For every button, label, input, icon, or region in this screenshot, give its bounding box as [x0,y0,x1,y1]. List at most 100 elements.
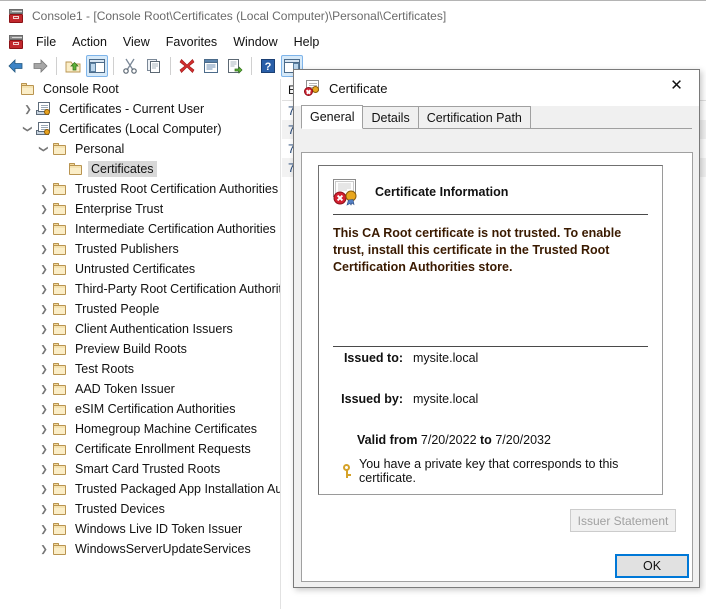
tab-details[interactable]: Details [362,106,419,128]
chevron-right-icon[interactable]: ❯ [36,541,52,557]
chevron-right-icon[interactable]: ❯ [36,341,52,357]
tree-item-aad-token-issuer[interactable]: ❯ AAD Token Issuer [0,379,280,399]
folder-icon [52,142,68,156]
chevron-down-icon[interactable]: ❯ [36,141,52,157]
certificate-dialog-tabstrip: General Details Certification Path [301,105,692,129]
close-icon[interactable]: ✕ [654,70,699,100]
menu-item-view[interactable]: View [115,33,158,51]
copy-button[interactable] [143,55,165,77]
tree-item-enterprise-trust[interactable]: ❯ Enterprise Trust [0,199,280,219]
tree-item-windows-live-id-token-issuer[interactable]: ❯ Windows Live ID Token Issuer [0,519,280,539]
tree-item-console-root[interactable]: Console Root [0,79,280,99]
tree-item-windowsserverupdateservices[interactable]: ❯ WindowsServerUpdateServices [0,539,280,559]
tree-item-label: Certificate Enrollment Requests [75,442,251,456]
chevron-right-icon[interactable]: ❯ [36,261,52,277]
tree-item-esim-certification-authorities[interactable]: ❯ eSIM Certification Authorities [0,399,280,419]
tree-item-label: Client Authentication Issuers [75,322,233,336]
valid-to-value: 7/20/2032 [495,433,551,447]
certificate-information-heading: Certificate Information [375,185,509,199]
tree-item-homegroup-machine-certificates[interactable]: ❯ Homegroup Machine Certificates [0,419,280,439]
chevron-right-icon[interactable]: ❯ [36,421,52,437]
chevron-down-icon[interactable]: ❯ [20,121,36,137]
private-key-note: You have a private key that corresponds … [359,457,619,485]
tree-item-label: Windows Live ID Token Issuer [75,522,243,536]
tree-item-label: Certificates - Current User [59,102,205,116]
tree-item-label: AAD Token Issuer [75,382,175,396]
divider [333,346,648,347]
tab-certification-path[interactable]: Certification Path [417,106,531,128]
help-button[interactable]: ? [257,55,279,77]
chevron-right-icon[interactable]: ❯ [36,461,52,477]
tree-item-label: Trusted People [75,302,160,316]
folder-icon [52,502,68,516]
folder-icon [52,442,68,456]
tree-item-label: Certificates (Local Computer) [59,122,222,136]
chevron-right-icon[interactable]: ❯ [36,401,52,417]
ok-button[interactable]: OK [615,554,689,578]
tree-item-trusted-packaged-app-installation-authorit[interactable]: ❯ Trusted Packaged App Installation Autho… [0,479,280,499]
chevron-right-icon[interactable]: ❯ [36,181,52,197]
chevron-right-icon[interactable]: ❯ [36,521,52,537]
chevron-right-icon[interactable]: ❯ [36,281,52,297]
tree-item-trusted-root-certification-authorities[interactable]: ❯ Trusted Root Certification Authorities [0,179,280,199]
chevron-right-icon[interactable]: ❯ [36,201,52,217]
issued-to-value: mysite.local [413,351,479,365]
folder-icon [52,382,68,396]
tree-item-client-authentication-issuers[interactable]: ❯ Client Authentication Issuers [0,319,280,339]
show-console-tree-button[interactable] [86,55,108,77]
menu-item-action[interactable]: Action [64,33,115,51]
back-button[interactable] [5,55,27,77]
chevron-right-icon[interactable]: ❯ [36,441,52,457]
tree-item-personal[interactable]: ❯ Personal [0,139,280,159]
tree-item-label: Trusted Root Certification Authorities [75,182,279,196]
tree-item-label: Personal [75,142,125,156]
tree-item-preview-build-roots[interactable]: ❯ Preview Build Roots [0,339,280,359]
tree-item-third-party-root-certification-authorities[interactable]: ❯ Third-Party Root Certification Authorit… [0,279,280,299]
certificate-store-icon [36,102,52,116]
valid-from-label: Valid from [357,433,418,447]
delete-button[interactable] [176,55,198,77]
chevron-right-icon[interactable]: ❯ [36,381,52,397]
tree-item-test-roots[interactable]: ❯ Test Roots [0,359,280,379]
tree-item-smart-card-trusted-roots[interactable]: ❯ Smart Card Trusted Roots [0,459,280,479]
tree-item-certificates-local-computer[interactable]: ❯ Certificates (Local Computer) [0,119,280,139]
key-icon [339,464,353,478]
properties-button[interactable] [200,55,222,77]
menu-item-window[interactable]: Window [225,33,285,51]
chevron-right-icon[interactable]: ❯ [36,301,52,317]
folder-icon [52,522,68,536]
system-menu-icon[interactable] [8,34,24,50]
chevron-right-icon[interactable]: ❯ [36,361,52,377]
folder-icon [52,282,68,296]
chevron-right-icon[interactable]: ❯ [20,101,36,117]
cut-button[interactable] [119,55,141,77]
tree-item-label: Homegroup Machine Certificates [75,422,258,436]
tree-item-certificate-enrollment-requests[interactable]: ❯ Certificate Enrollment Requests [0,439,280,459]
tree-item-certificates[interactable]: Certificates [0,159,280,179]
export-button[interactable] [224,55,246,77]
tree-item-label: Preview Build Roots [75,342,187,356]
up-one-level-button[interactable] [62,55,84,77]
chevron-right-icon[interactable]: ❯ [36,321,52,337]
chevron-right-icon[interactable]: ❯ [36,221,52,237]
menu-item-help[interactable]: Help [286,33,328,51]
menu-item-file[interactable]: File [28,33,64,51]
tab-general[interactable]: General [301,105,364,129]
tree-item-intermediate-certification-authorities[interactable]: ❯ Intermediate Certification Authorities [0,219,280,239]
issuer-statement-button[interactable]: Issuer Statement [570,509,676,532]
chevron-right-icon[interactable]: ❯ [36,481,52,497]
folder-icon [52,242,68,256]
menu-item-favorites[interactable]: Favorites [158,33,225,51]
forward-button[interactable] [29,55,51,77]
chevron-right-icon[interactable]: ❯ [36,241,52,257]
tree-item-trusted-publishers[interactable]: ❯ Trusted Publishers [0,239,280,259]
tree-item-untrusted-certificates[interactable]: ❯ Untrusted Certificates [0,259,280,279]
chevron-right-icon[interactable]: ❯ [36,501,52,517]
console-tree-pane[interactable]: Console Root ❯ Certificates - Current User… [0,79,281,609]
tree-item-certificates-current-user[interactable]: ❯ Certificates - Current User [0,99,280,119]
tree-item-trusted-devices[interactable]: ❯ Trusted Devices [0,499,280,519]
svg-text:?: ? [265,61,272,73]
tree-item-label: WindowsServerUpdateServices [75,542,251,556]
folder-icon [68,162,84,176]
tree-item-trusted-people[interactable]: ❯ Trusted People [0,299,280,319]
